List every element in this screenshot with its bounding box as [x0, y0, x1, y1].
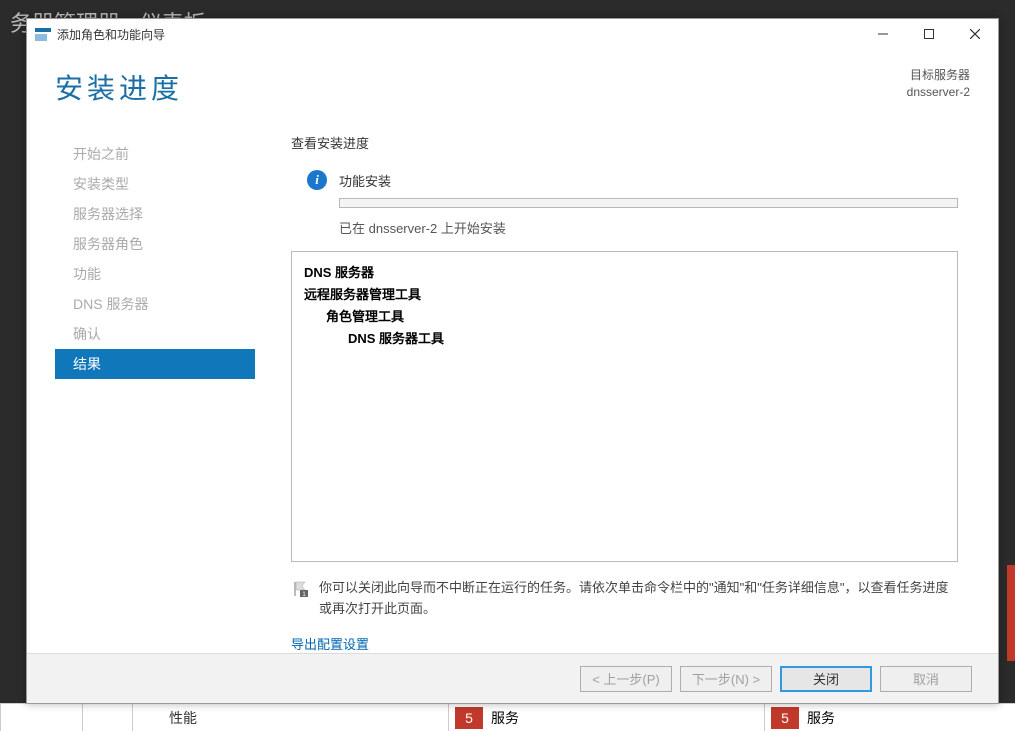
wizard-header: 安装进度 目标服务器 dnsserver-2 — [27, 49, 998, 115]
cancel-button: 取消 — [880, 666, 972, 692]
flag-icon: 1 — [291, 580, 309, 598]
export-config-link[interactable]: 导出配置设置 — [291, 634, 970, 653]
target-server-name: dnsserver-2 — [907, 84, 970, 101]
step-confirm: 确认 — [55, 319, 255, 349]
info-icon: i — [307, 170, 327, 190]
target-server-label: 目标服务器 — [907, 67, 970, 84]
background-tiles: 性能 5 服务 5 服务 — [0, 703, 1015, 731]
close-button[interactable]: 关闭 — [780, 666, 872, 692]
wizard-main: 查看安装进度 i 功能安装 已在 dnsserver-2 上开始安装 DNS 服… — [255, 119, 970, 653]
maximize-button[interactable] — [906, 19, 952, 49]
bg-cell-service: 5 服务 — [448, 703, 764, 731]
bg-service-label: 服务 — [807, 708, 835, 728]
target-server-block: 目标服务器 dnsserver-2 — [907, 67, 970, 101]
minimize-button[interactable] — [860, 19, 906, 49]
next-button: 下一步(N) > — [680, 666, 772, 692]
detail-line: 远程服务器管理工具 — [304, 287, 421, 302]
wizard-dialog: 添加角色和功能向导 安装进度 目标服务器 dnsserver-2 开始之前 安装… — [26, 18, 999, 704]
step-server-select: 服务器选择 — [55, 199, 255, 229]
bg-cell-blank — [0, 703, 82, 731]
step-server-roles: 服务器角色 — [55, 229, 255, 259]
step-results: 结果 — [55, 349, 255, 379]
progress-shine — [339, 199, 340, 207]
alert-count-badge: 5 — [455, 707, 483, 729]
detail-line: DNS 服务器工具 — [348, 331, 444, 346]
close-window-button[interactable] — [952, 19, 998, 49]
hint-text: 你可以关闭此向导而不中断正在运行的任务。请依次单击命令栏中的"通知"和"任务详细… — [319, 578, 958, 620]
bg-cell-blank — [82, 703, 132, 731]
detail-line: DNS 服务器 — [304, 265, 374, 280]
step-dns-server: DNS 服务器 — [55, 289, 255, 319]
bg-cell-service: 5 服务 — [764, 703, 1015, 731]
page-title: 安装进度 — [55, 67, 183, 107]
step-install-type: 安装类型 — [55, 169, 255, 199]
alert-count-badge: 5 — [771, 707, 799, 729]
step-before-begin: 开始之前 — [55, 139, 255, 169]
background-red-strip — [1007, 565, 1015, 661]
bg-service-label: 服务 — [491, 708, 519, 728]
previous-button: < 上一步(P) — [580, 666, 672, 692]
progress-subtext: 已在 dnsserver-2 上开始安装 — [339, 218, 970, 237]
progress-bar — [339, 198, 958, 208]
dialog-title: 添加角色和功能向导 — [57, 26, 860, 43]
detail-line: 角色管理工具 — [326, 309, 404, 324]
bg-cell-performance: 性能 — [132, 703, 448, 731]
titlebar: 添加角色和功能向导 — [27, 19, 998, 49]
wizard-steps: 开始之前 安装类型 服务器选择 服务器角色 功能 DNS 服务器 确认 结果 — [55, 119, 255, 653]
wizard-body: 开始之前 安装类型 服务器选择 服务器角色 功能 DNS 服务器 确认 结果 查… — [27, 115, 998, 653]
section-label: 查看安装进度 — [291, 133, 970, 152]
status-row: i 功能安装 — [291, 170, 970, 190]
app-icon — [35, 26, 51, 42]
wizard-footer: < 上一步(P) 下一步(N) > 关闭 取消 — [27, 653, 998, 703]
step-features: 功能 — [55, 259, 255, 289]
status-text: 功能安装 — [339, 171, 391, 190]
hint-row: 1 你可以关闭此向导而不中断正在运行的任务。请依次单击命令栏中的"通知"和"任务… — [291, 578, 958, 620]
install-details-box: DNS 服务器 远程服务器管理工具 角色管理工具 DNS 服务器工具 — [291, 251, 958, 562]
